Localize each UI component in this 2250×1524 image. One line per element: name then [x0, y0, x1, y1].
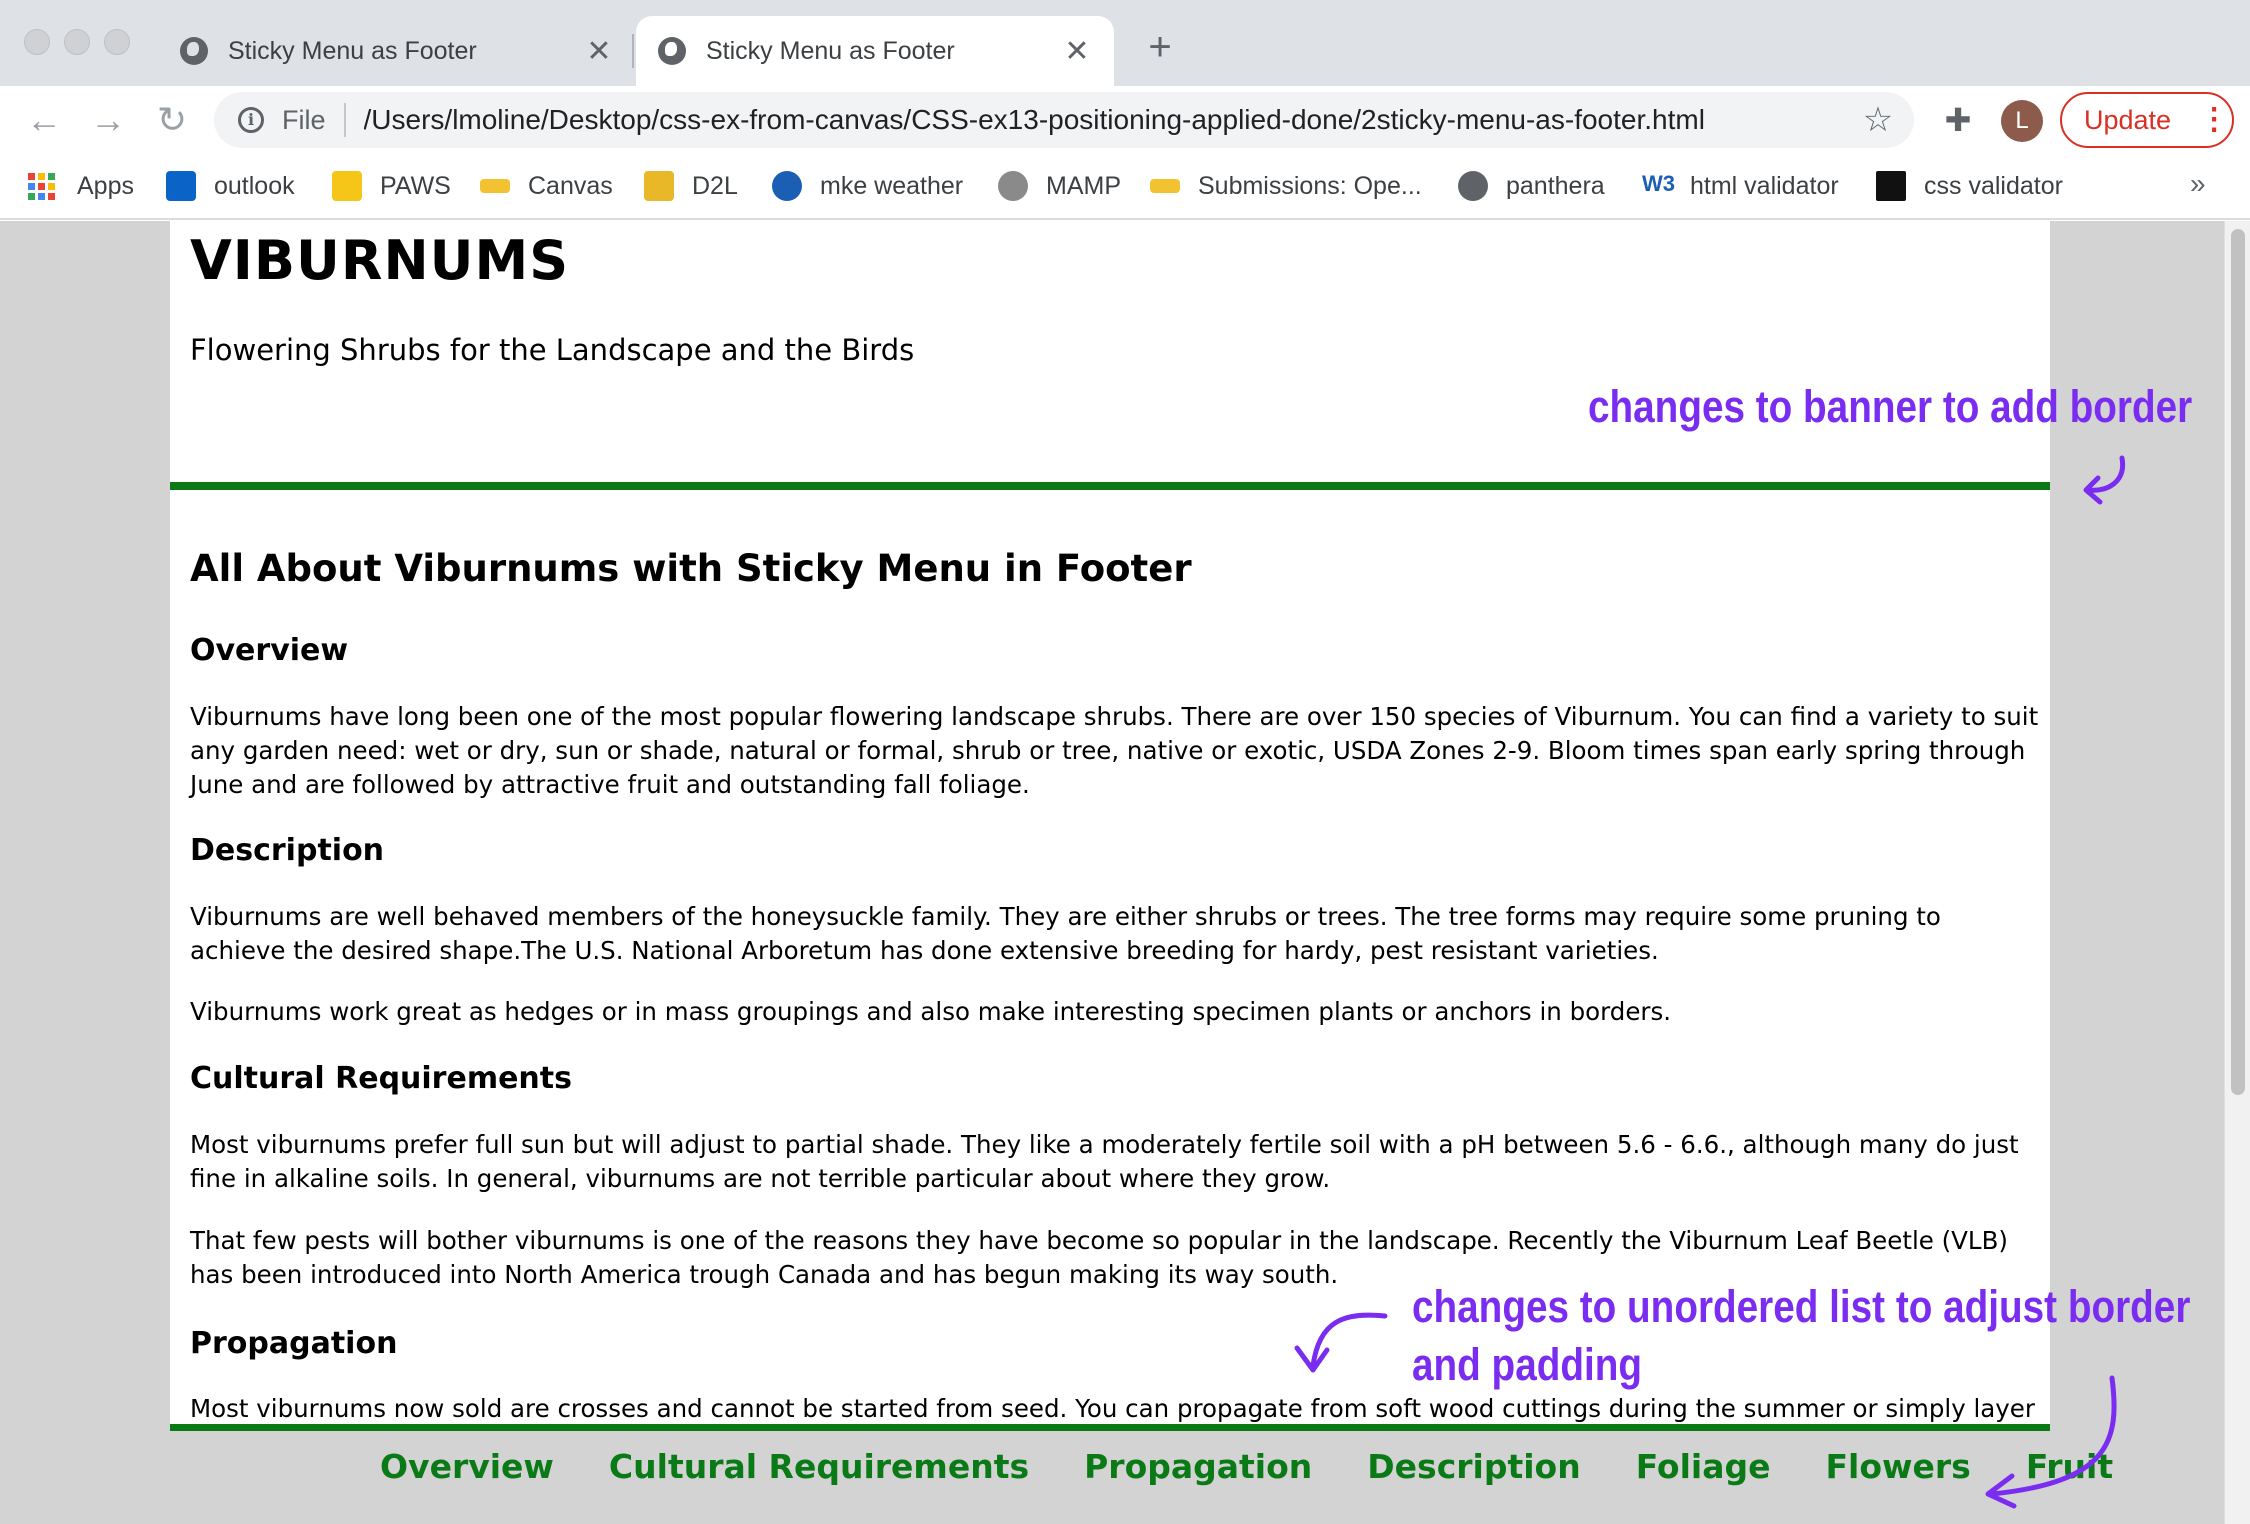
- window-close-control[interactable]: [24, 29, 50, 55]
- bookmark-label: panthera: [1506, 171, 1605, 200]
- bookmark-outlook[interactable]: outlook: [166, 168, 295, 204]
- browser-toolbar: ← → ↻ i File /Users/lmoline/Desktop/css-…: [0, 86, 2250, 154]
- description-paragraph-2: Viburnums work great as hedges or in mas…: [190, 997, 1672, 1026]
- w3c-icon: W3: [1642, 171, 1675, 196]
- footer-link-propagation[interactable]: Propagation: [1084, 1447, 1312, 1486]
- propagation-heading: Propagation: [190, 1326, 398, 1361]
- site-title: VIBURNUMS: [190, 229, 570, 292]
- tab-1[interactable]: Sticky Menu as Footer ✕: [158, 16, 636, 86]
- kebab-menu-icon[interactable]: ⋮: [2199, 105, 2229, 135]
- url-text[interactable]: /Users/lmoline/Desktop/css-ex-from-canva…: [364, 104, 1852, 136]
- reload-icon[interactable]: ↻: [146, 94, 198, 146]
- globe-icon: [180, 37, 208, 65]
- address-bar[interactable]: i File /Users/lmoline/Desktop/css-ex-fro…: [214, 92, 1914, 148]
- main-title: All About Viburnums with Sticky Menu in …: [190, 547, 1192, 590]
- paws-icon: [332, 171, 362, 201]
- new-tab-button[interactable]: +: [1137, 24, 1183, 70]
- update-label: Update: [2084, 104, 2172, 135]
- bookmark-label: D2L: [692, 171, 738, 200]
- footer-link-description[interactable]: Description: [1367, 1447, 1580, 1486]
- outlook-icon: [166, 171, 196, 201]
- footer-link-cultural-requirements[interactable]: Cultural Requirements: [609, 1447, 1029, 1486]
- globe-icon: [658, 37, 686, 65]
- window-zoom-control[interactable]: [104, 29, 130, 55]
- list-annotation-line-1: changes to unordered list to adjust bord…: [1412, 1281, 2191, 1332]
- footer-link-overview[interactable]: Overview: [380, 1447, 554, 1486]
- scrollbar-thumb[interactable]: [2231, 229, 2245, 1095]
- file-label: File: [282, 104, 326, 135]
- bookmark-css-validator[interactable]: css validator: [1876, 168, 2063, 204]
- tab-separator: [632, 34, 634, 68]
- bookmark-panthera[interactable]: panthera: [1458, 168, 1605, 204]
- noaa-icon: [772, 171, 802, 201]
- sticky-footer-menu: Overview Cultural Requirements Propagati…: [170, 1424, 2113, 1524]
- bookmark-label: html validator: [1690, 171, 1839, 200]
- bookmarks-bar: Apps outlook PAWS Canvas D2L mke weather…: [0, 154, 2250, 220]
- tab-title: Sticky Menu as Footer: [228, 36, 477, 65]
- list-annotation-arrow-left-icon: [1294, 1312, 1388, 1373]
- bookmark-submissions[interactable]: Submissions: Ope...: [1150, 168, 1422, 204]
- address-separator: [343, 103, 346, 137]
- update-button[interactable]: Update ⋮: [2060, 92, 2234, 148]
- banner-annotation-arrow-icon: [2083, 455, 2126, 505]
- bookmark-label: Canvas: [528, 171, 613, 200]
- description-heading: Description: [190, 833, 385, 868]
- bookmark-label: Submissions: Ope...: [1198, 171, 1422, 200]
- close-icon[interactable]: ✕: [584, 34, 614, 69]
- forward-arrow-icon[interactable]: →: [82, 94, 134, 146]
- bookmark-mamp[interactable]: MAMP: [998, 168, 1121, 204]
- cultural-heading: Cultural Requirements: [190, 1061, 572, 1096]
- back-arrow-icon[interactable]: ←: [18, 94, 70, 146]
- more-bookmarks-icon[interactable]: »: [2190, 168, 2206, 200]
- bookmark-label: Apps: [77, 171, 134, 200]
- footer-link-flowers[interactable]: Flowers: [1826, 1447, 1971, 1486]
- bookmark-label: mke weather: [820, 171, 964, 200]
- profile-avatar[interactable]: L: [2001, 100, 2043, 142]
- banner-bottom-border: [170, 482, 2050, 490]
- site-tagline: Flowering Shrubs for the Landscape and t…: [190, 333, 915, 367]
- tab-title: Sticky Menu as Footer: [706, 36, 955, 65]
- tab-strip: Sticky Menu as Footer ✕ Sticky Menu as F…: [0, 0, 2250, 86]
- bookmark-star-icon[interactable]: ☆: [1852, 100, 1904, 140]
- footer-link-foliage[interactable]: Foliage: [1636, 1447, 1771, 1486]
- bookmark-apps[interactable]: Apps: [28, 168, 134, 204]
- bookmark-mke-weather[interactable]: mke weather: [772, 168, 963, 204]
- apps-grid-icon: [28, 172, 55, 200]
- overview-paragraph: Viburnums have long been one of the most…: [190, 702, 2039, 799]
- globe-icon: [1458, 171, 1488, 201]
- css-validator-icon: [1876, 171, 1906, 201]
- list-annotation-line-2: and padding: [1412, 1339, 1643, 1390]
- bookmark-label: PAWS: [380, 171, 451, 200]
- tab-2-active[interactable]: Sticky Menu as Footer ✕: [636, 16, 1114, 86]
- bookmark-label: outlook: [214, 171, 295, 200]
- extensions-puzzle-icon[interactable]: ✚: [1936, 98, 1980, 142]
- bookmark-d2l[interactable]: D2L: [644, 168, 738, 204]
- overview-heading: Overview: [190, 633, 349, 668]
- mamp-icon: [998, 171, 1028, 201]
- close-icon[interactable]: ✕: [1062, 34, 1092, 69]
- uwm-icon: [1150, 179, 1180, 193]
- vertical-scrollbar[interactable]: [2224, 221, 2250, 1524]
- uwm-icon: [480, 179, 510, 193]
- footer-menu-list: Overview Cultural Requirements Propagati…: [170, 1431, 2113, 1486]
- propagation-paragraph: Most viburnums now sold are crosses and …: [190, 1394, 2040, 1423]
- bookmark-html-validator[interactable]: W3 html validator: [1642, 168, 1839, 204]
- bookmark-label: MAMP: [1046, 171, 1121, 200]
- banner-annotation: changes to banner to add border: [1588, 381, 2193, 432]
- window-minimize-control[interactable]: [64, 29, 90, 55]
- bookmark-paws[interactable]: PAWS: [332, 168, 451, 204]
- list-annotation-arrow-down-icon: [1985, 1375, 2117, 1509]
- bookmark-label: css validator: [1924, 171, 2063, 200]
- info-icon[interactable]: i: [238, 107, 264, 133]
- description-paragraph-1: Viburnums are well behaved members of th…: [190, 902, 1941, 965]
- bookmark-canvas[interactable]: Canvas: [480, 168, 613, 204]
- cultural-paragraph-1: Most viburnums prefer full sun but will …: [190, 1130, 2019, 1193]
- d2l-icon: [644, 171, 674, 201]
